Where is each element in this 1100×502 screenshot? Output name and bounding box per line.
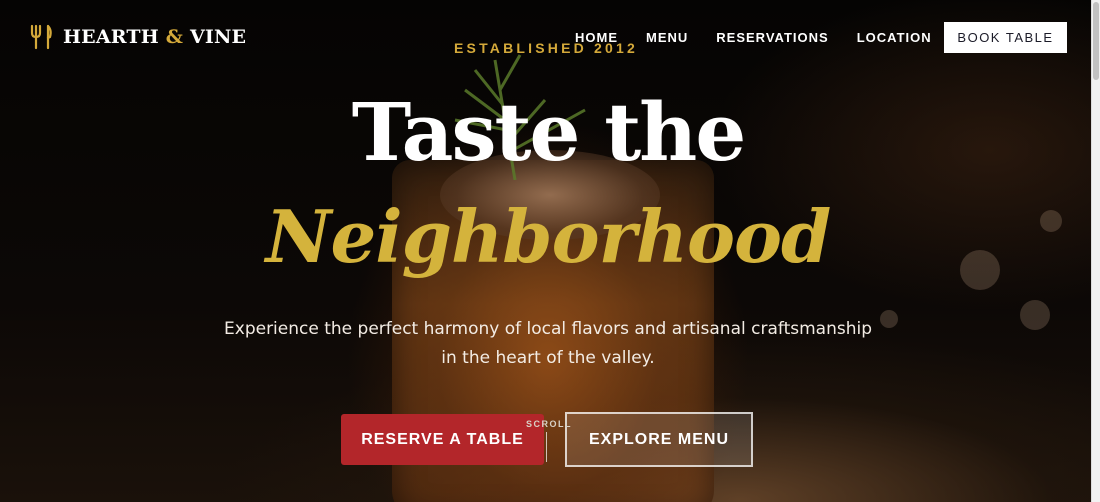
- scrollbar-thumb[interactable]: [1093, 2, 1099, 80]
- hero-headline-line1: Taste the: [351, 85, 746, 179]
- reserve-table-button[interactable]: RESERVE A TABLE: [341, 414, 544, 465]
- hero-subtitle-line1: Experience the perfect harmony of local …: [224, 319, 872, 339]
- hero-eyebrow: ESTABLISHED 2012: [454, 40, 638, 56]
- hero-headline-line2: Neighborhood: [265, 194, 832, 279]
- explore-menu-button[interactable]: EXPLORE MENU: [565, 412, 753, 467]
- scroll-indicator-label: SCROLL: [526, 419, 572, 429]
- hero-subtitle-line2: in the heart of the valley.: [441, 348, 655, 368]
- hero-subtitle: Experience the perfect harmony of local …: [0, 315, 1096, 373]
- scroll-indicator-line: [546, 432, 547, 462]
